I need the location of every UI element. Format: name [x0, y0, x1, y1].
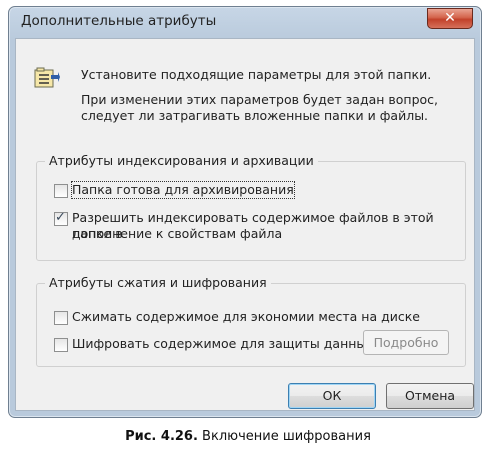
advanced-attributes-dialog: Дополнительные атрибуты ✕ Установите под… — [8, 6, 482, 418]
info-line-2a: При изменении этих параметров будет зада… — [81, 92, 439, 107]
compress-checkbox[interactable] — [54, 311, 68, 325]
title-bar: Дополнительные атрибуты ✕ — [9, 7, 481, 37]
compress-encrypt-group: Атрибуты сжатия и шифрования Сжимать сод… — [36, 275, 466, 367]
archive-checkbox-label[interactable]: Папка готова для архивирования — [71, 181, 295, 199]
close-icon: ✕ — [444, 10, 456, 26]
index-checkbox-label-line2[interactable]: дополнение к свойствам файла — [72, 226, 282, 242]
compress-checkbox-label[interactable]: Сжимать содержимое для экономии места на… — [72, 309, 420, 325]
encrypt-checkbox[interactable] — [54, 338, 68, 352]
checkmark-icon: ✓ — [55, 210, 66, 225]
dialog-title: Дополнительные атрибуты — [21, 13, 217, 29]
figure-caption: Рис. 4.26. Включение шифрования — [0, 429, 496, 444]
cancel-button[interactable]: Отмена — [386, 383, 474, 409]
figure-caption-label: Рис. 4.26. — [125, 429, 198, 444]
archive-checkbox[interactable] — [54, 184, 68, 198]
index-checkbox[interactable]: ✓ — [54, 210, 68, 226]
compress-encrypt-group-title: Атрибуты сжатия и шифрования — [45, 275, 271, 290]
figure-caption-text: Включение шифрования — [197, 429, 371, 444]
indexing-archive-group-title: Атрибуты индексирования и архивации — [45, 153, 318, 168]
folder-attributes-icon — [34, 67, 60, 88]
indexing-archive-group: Атрибуты индексирования и архивации Папк… — [36, 153, 466, 261]
close-button[interactable]: ✕ — [427, 8, 473, 29]
info-line-2b: следует ли затрагивать вложенные папки и… — [81, 108, 429, 123]
details-button[interactable]: Подробно — [363, 330, 449, 355]
ok-button[interactable]: ОК — [288, 383, 376, 409]
info-line-1: Установите подходящие параметры для этой… — [81, 67, 432, 82]
dialog-body: Установите подходящие параметры для этой… — [15, 38, 475, 411]
encrypt-checkbox-label[interactable]: Шифровать содержимое для защиты данных — [72, 336, 374, 352]
